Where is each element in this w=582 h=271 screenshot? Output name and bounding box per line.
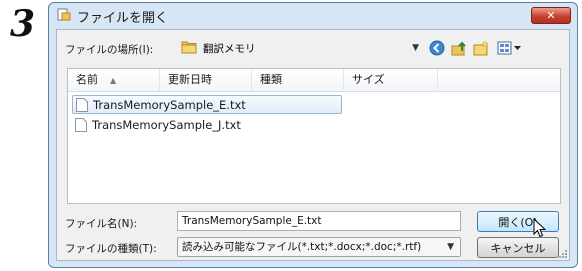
up-folder-icon[interactable]	[451, 40, 467, 56]
dialog-title: ファイルを開く	[77, 11, 169, 26]
filename-label: ファイル名(N):	[65, 218, 138, 230]
location-label: ファイルの場所(I):	[65, 44, 154, 56]
cancel-button[interactable]: キャンセル	[477, 237, 559, 258]
column-header: 名前 ▲ 更新日時 種類 サイズ	[68, 69, 560, 92]
location-combo[interactable]: 翻訳メモリ ▼	[175, 37, 419, 59]
view-menu-icon[interactable]	[497, 40, 523, 56]
column-name[interactable]: 名前 ▲	[68, 69, 160, 91]
mouse-cursor-icon	[533, 218, 547, 238]
step-number: 3	[10, 3, 36, 45]
close-button[interactable]: ✕	[531, 7, 571, 24]
sort-ascending-icon: ▲	[110, 76, 117, 85]
folder-icon	[181, 41, 197, 54]
back-icon[interactable]	[429, 40, 445, 56]
column-modified[interactable]: 更新日時	[160, 69, 252, 91]
open-file-dialog: ファイルを開く ✕ ファイルの場所(I): 翻訳メモリ ▼ 名前 ▲ 更新日時 …	[48, 2, 578, 268]
filetype-value: 読み込み可能なファイル(*.txt;*.docx;*.doc;*.rtf)	[182, 241, 422, 253]
list-item[interactable]: TransMemorySample_E.txt	[72, 95, 342, 114]
filetype-select[interactable]: 読み込み可能なファイル(*.txt;*.docx;*.doc;*.rtf) ▼	[177, 237, 461, 257]
chevron-down-icon: ▼	[447, 242, 454, 252]
file-list[interactable]: 名前 ▲ 更新日時 種類 サイズ TransMemorySample_E.txt …	[67, 68, 561, 204]
file-name: TransMemorySample_J.txt	[92, 118, 241, 132]
new-folder-icon[interactable]	[473, 40, 489, 56]
chevron-down-icon[interactable]: ▼	[412, 43, 419, 53]
list-item[interactable]: TransMemorySample_J.txt	[72, 116, 342, 135]
file-name: TransMemorySample_E.txt	[93, 98, 246, 112]
dialog-body: ファイルの場所(I): 翻訳メモリ ▼ 名前 ▲ 更新日時 種類 サイズ Tra…	[56, 29, 570, 261]
title-bar[interactable]: ファイルを開く ✕	[49, 3, 577, 27]
resize-grip-icon[interactable]	[558, 249, 568, 259]
location-value: 翻訳メモリ	[203, 43, 256, 55]
column-type[interactable]: 種類	[252, 69, 344, 91]
column-size[interactable]: サイズ	[344, 69, 438, 91]
filetype-label: ファイルの種類(T):	[65, 243, 157, 255]
text-file-icon	[75, 118, 87, 132]
text-file-icon	[76, 98, 88, 112]
filename-input[interactable]: TransMemorySample_E.txt	[177, 211, 461, 231]
open-file-icon	[57, 8, 71, 21]
